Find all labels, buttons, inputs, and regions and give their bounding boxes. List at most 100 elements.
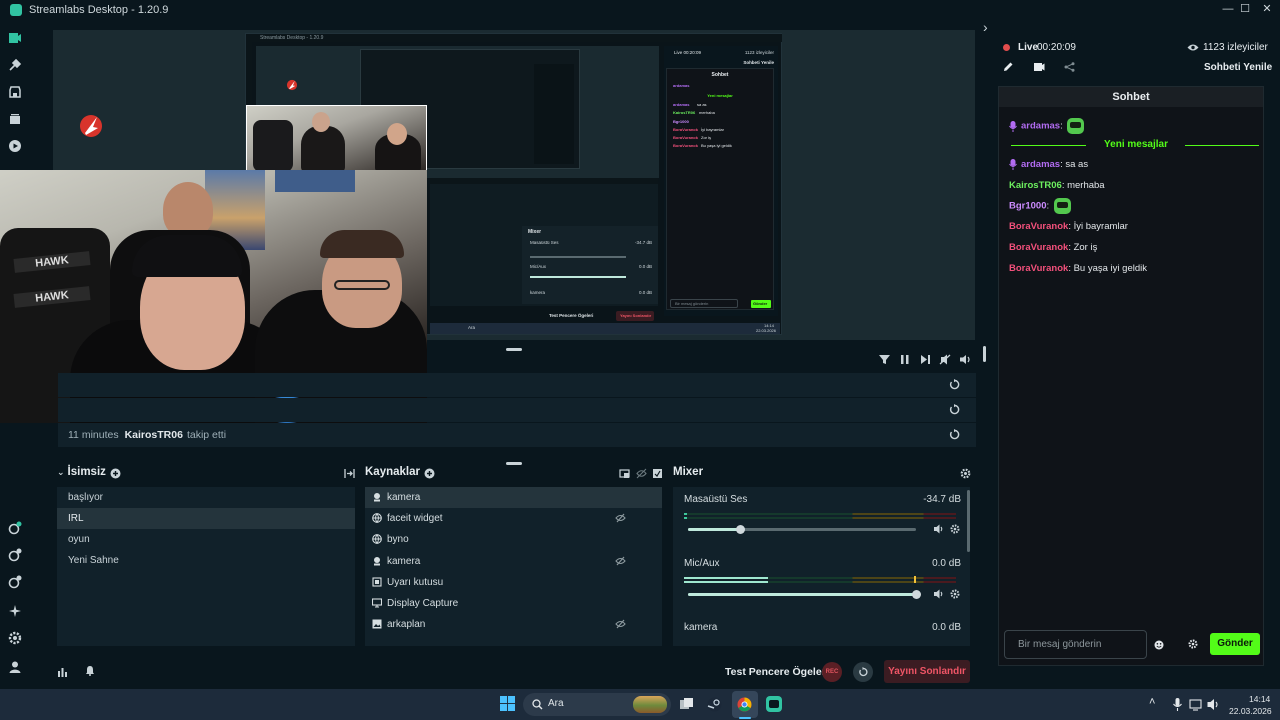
collapse-dock-chevron-icon[interactable]: ›: [983, 19, 988, 35]
task-view-icon[interactable]: [679, 697, 694, 712]
chat-settings-icon[interactable]: [1188, 639, 1198, 649]
scene-item[interactable]: oyun: [57, 529, 355, 550]
maximize-button[interactable]: ☐: [1234, 2, 1256, 16]
source-label: kamera: [387, 556, 421, 567]
scene-item-selected[interactable]: IRL: [57, 508, 355, 529]
stream-media-icon[interactable]: [1033, 61, 1045, 72]
taskbar-search[interactable]: Ara: [523, 693, 671, 716]
end-stream-button[interactable]: Yayını Sonlandır: [884, 660, 970, 683]
source-visibility-icon[interactable]: [636, 468, 647, 479]
source-item-selected[interactable]: kamera: [365, 487, 662, 508]
scene-transitions-icon[interactable]: [344, 468, 355, 479]
volume-icon[interactable]: [933, 524, 944, 534]
hidden-eye-icon[interactable]: [615, 513, 626, 523]
collection-chevron-icon[interactable]: ⌄: [57, 467, 65, 477]
pause-icon[interactable]: [900, 354, 910, 365]
volume-slider-knob[interactable]: [735, 525, 745, 534]
speaker-icon[interactable]: [1206, 697, 1221, 712]
volume-slider-knob[interactable]: [911, 590, 921, 599]
skip-icon[interactable]: [920, 354, 931, 365]
filter-icon[interactable]: [879, 354, 890, 365]
add-source-icon[interactable]: [424, 468, 435, 479]
replay-buffer-button[interactable]: [853, 662, 873, 682]
volume-slider[interactable]: [688, 590, 921, 599]
nested-chat-status: Live 00:20:09: [674, 50, 702, 55]
hidden-eye-icon[interactable]: [615, 556, 626, 566]
source-properties-icon[interactable]: [652, 468, 663, 479]
scene-item[interactable]: Yeni Sahne: [57, 550, 355, 571]
editor-icon[interactable]: [8, 31, 22, 45]
clock-time[interactable]: 14:14: [1249, 694, 1270, 704]
refresh-chat-link[interactable]: Sohbeti Yenile: [1204, 62, 1272, 73]
chat-username[interactable]: ardamas: [1021, 159, 1060, 170]
studio-mode-icon[interactable]: [8, 521, 22, 535]
source-item[interactable]: faceit widget: [365, 508, 662, 529]
microphone-icon[interactable]: [1170, 697, 1185, 712]
scene-item[interactable]: başlıyor: [57, 487, 355, 508]
mixer-scrollbar[interactable]: [967, 490, 970, 552]
edit-stream-info-icon[interactable]: [1003, 61, 1014, 72]
play-icon[interactable]: [8, 139, 22, 153]
streamlabs-taskbar-icon[interactable]: [766, 696, 782, 712]
resize-handle[interactable]: [506, 462, 522, 465]
send-button[interactable]: Gönder: [1210, 633, 1260, 655]
record-button[interactable]: REC: [822, 662, 842, 682]
add-scene-icon[interactable]: [110, 468, 121, 479]
chrome-icon[interactable]: [737, 697, 752, 712]
add-folder-icon[interactable]: [619, 468, 630, 479]
emote-icon: [1067, 118, 1085, 134]
windows-start-icon[interactable]: [500, 696, 515, 711]
chat-username[interactable]: BoraVuranok: [1009, 263, 1068, 274]
layout-icon[interactable]: [8, 575, 22, 589]
chat-message: ardamas: sa as: [1009, 159, 1088, 170]
volume-slider[interactable]: [688, 525, 916, 534]
chat-username[interactable]: BoraVuranok: [1009, 221, 1068, 232]
replay-event-icon[interactable]: [949, 404, 960, 415]
channel-name: Mic/Aux: [684, 558, 720, 569]
settings-icon[interactable]: [8, 631, 22, 645]
scenes-header: ⌄ İsimsiz: [57, 466, 106, 482]
new-messages-divider: Yeni mesajlar: [1011, 139, 1259, 151]
source-label: Uyarı kutusu: [387, 577, 444, 588]
emoji-icon[interactable]: [1154, 640, 1164, 650]
replay-event-icon[interactable]: [949, 429, 960, 440]
chat-separator: :: [1068, 263, 1071, 274]
mixer-settings-icon[interactable]: [960, 468, 971, 479]
mute-alerts-icon[interactable]: [939, 354, 951, 365]
themes-icon[interactable]: [8, 58, 22, 72]
clock-date[interactable]: 22.03.2026: [1229, 706, 1272, 716]
source-item[interactable]: arkaplan: [365, 614, 662, 635]
chat-input[interactable]: Bir mesaj gönderin: [1004, 630, 1164, 659]
cloud-backup-icon[interactable]: [8, 548, 22, 562]
sparkle-icon[interactable]: [8, 604, 22, 618]
network-icon[interactable]: [1189, 697, 1204, 712]
vertical-resize-handle[interactable]: [983, 346, 986, 362]
share-icon[interactable]: [1064, 62, 1075, 72]
chat-username[interactable]: BoraVuranok: [1009, 242, 1068, 253]
performance-stats-icon[interactable]: [57, 666, 68, 677]
source-item[interactable]: Display Capture: [365, 593, 662, 614]
replay-event-icon[interactable]: [949, 379, 960, 390]
scene-collection-title[interactable]: İsimsiz: [68, 466, 106, 478]
steam-icon[interactable]: [707, 697, 722, 712]
source-item[interactable]: kamera: [365, 551, 662, 572]
volume-icon[interactable]: [959, 354, 971, 365]
volume-icon[interactable]: [933, 589, 944, 599]
hidden-eye-icon[interactable]: [615, 619, 626, 629]
channel-name: Masaüstü Ses: [684, 494, 748, 505]
test-widgets-label[interactable]: Test Pencere Ögeleri: [725, 666, 829, 678]
chat-username[interactable]: Bgr1000: [1009, 201, 1047, 212]
notifications-bell-icon[interactable]: [85, 665, 95, 676]
store-icon[interactable]: [8, 85, 22, 99]
nested-mixer-ch2-db: 0.0 dB: [638, 264, 652, 269]
profile-icon[interactable]: [8, 660, 22, 674]
show-hidden-icons-chevron-icon[interactable]: ˄: [1149, 696, 1155, 708]
source-item[interactable]: Uyarı kutusu: [365, 572, 662, 593]
source-item[interactable]: byno: [365, 529, 662, 550]
channel-settings-icon[interactable]: [950, 589, 960, 599]
chat-username[interactable]: KairosTR06: [1009, 180, 1062, 191]
chat-username[interactable]: ardamas: [1021, 121, 1060, 132]
channel-settings-icon[interactable]: [950, 524, 960, 534]
close-button[interactable]: ✕: [1256, 2, 1278, 16]
apps-icon[interactable]: [8, 112, 22, 126]
